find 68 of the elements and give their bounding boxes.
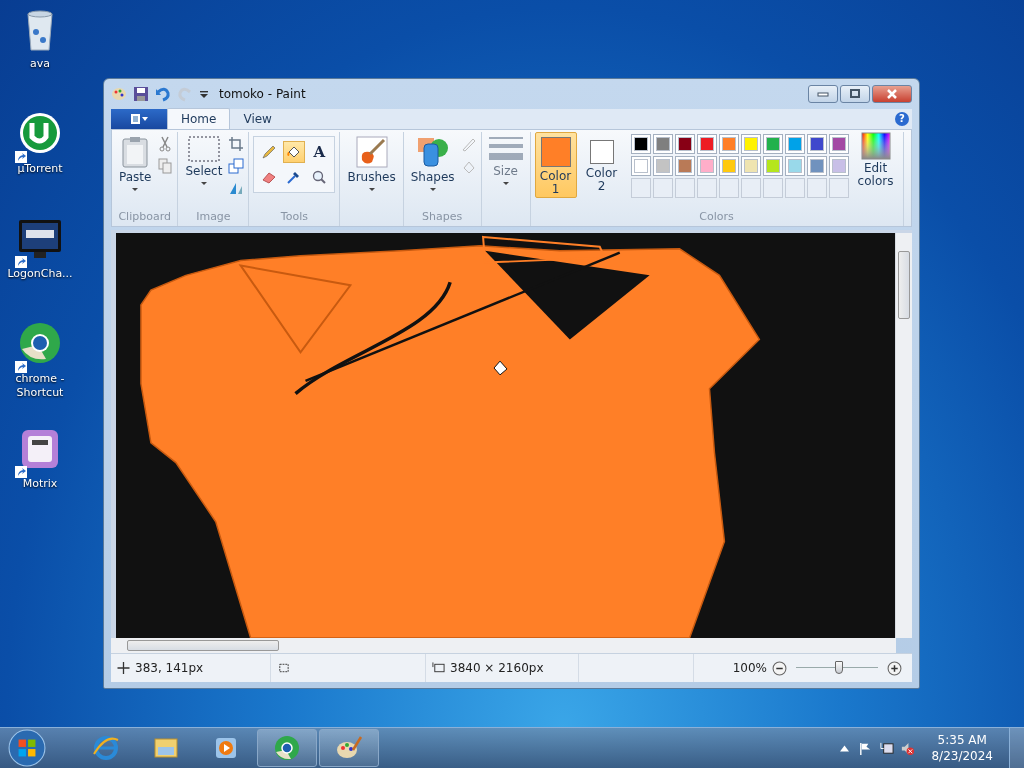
minimize-button[interactable] xyxy=(808,85,838,103)
ribbon-tab[interactable]: View xyxy=(230,109,285,129)
group-label: Image xyxy=(195,210,232,225)
text-tool[interactable]: A xyxy=(308,141,331,163)
paste-button[interactable]: Paste xyxy=(116,132,155,198)
vertical-scrollbar[interactable] xyxy=(895,233,912,638)
brushes-button[interactable]: Brushes xyxy=(344,132,399,198)
shapes-icon xyxy=(416,136,449,168)
clock-date[interactable]: 8/23/2024 xyxy=(931,748,993,764)
close-button[interactable] xyxy=(872,85,912,103)
edit-colors-button[interactable]: Edit colors xyxy=(852,132,899,192)
copy-icon[interactable] xyxy=(157,158,174,174)
color-slot-button[interactable]: Color 2 xyxy=(580,132,623,198)
zoom-out-button[interactable] xyxy=(772,660,787,676)
fill-tool[interactable] xyxy=(283,141,306,163)
crop-icon[interactable] xyxy=(228,136,245,152)
resize-icon[interactable] xyxy=(228,158,245,174)
close-icon xyxy=(886,89,898,99)
cursor-position: 383, 141px xyxy=(135,661,204,675)
maximize-button[interactable] xyxy=(840,85,870,103)
browser-logo-icon xyxy=(92,734,120,762)
image-size-icon xyxy=(432,662,445,674)
start-button[interactable] xyxy=(8,729,46,767)
network-icon[interactable] xyxy=(879,740,895,756)
group-label: Colors xyxy=(698,210,735,225)
desktop-icon-label[interactable]: ava xyxy=(2,57,78,71)
minimize-icon xyxy=(817,91,829,97)
color-slot-button[interactable]: Color 1 xyxy=(534,132,577,198)
group-label: Clipboard xyxy=(117,210,172,225)
clock-time[interactable]: 5:35 AM xyxy=(937,732,987,748)
select-button[interactable]: Select xyxy=(182,132,226,192)
outline-pen-icon[interactable] xyxy=(460,136,477,152)
ribbon-tab[interactable]: Home xyxy=(167,108,231,129)
maximize-icon xyxy=(849,89,861,99)
pencil-icon xyxy=(261,144,278,160)
cursor-position-icon xyxy=(117,662,130,674)
desktop-icon-label[interactable]: LogonCha... xyxy=(2,267,78,281)
desktop-icon-label[interactable]: chrome - Shortcut xyxy=(2,372,78,400)
show-desktop-button[interactable] xyxy=(1009,728,1024,768)
chrome-taskbar-icon[interactable] xyxy=(257,729,317,767)
menu-icon xyxy=(129,114,149,124)
canvas-drawing[interactable] xyxy=(116,233,895,638)
group-label: Tools xyxy=(279,210,309,225)
group-label: Shapes xyxy=(421,210,464,225)
magnifier-icon xyxy=(311,169,328,185)
palette-icon[interactable] xyxy=(111,86,127,102)
help-button[interactable]: ? xyxy=(895,112,909,126)
dashed-rectangle-icon xyxy=(187,136,220,162)
paint-taskbar-icon[interactable] xyxy=(319,729,379,767)
save-icon[interactable] xyxy=(133,86,149,102)
image-size: 3840 × 2160px xyxy=(450,661,544,675)
file-menu-button[interactable] xyxy=(111,109,167,129)
color-spectrum-icon xyxy=(860,132,891,160)
desktop-icon-label[interactable]: µTorrent xyxy=(2,162,78,176)
line-widths-icon xyxy=(488,136,523,162)
zoom-in-button[interactable] xyxy=(887,660,902,676)
horizontal-scrollbar[interactable] xyxy=(111,638,896,653)
zoom-percent: 100% xyxy=(732,661,767,675)
desktop-icon-label[interactable]: Motrix xyxy=(2,477,78,491)
customize-caret-icon[interactable] xyxy=(199,89,209,99)
clipboard-icon xyxy=(121,136,150,168)
brush-icon xyxy=(355,136,388,168)
browser-logo-icon xyxy=(273,734,301,762)
scissors-icon[interactable] xyxy=(157,136,174,152)
undo-icon[interactable] xyxy=(155,86,171,102)
shapes-button[interactable]: Shapes xyxy=(407,132,458,198)
window-title: tomoko - Paint xyxy=(219,87,306,101)
selection-size-icon xyxy=(277,662,290,674)
